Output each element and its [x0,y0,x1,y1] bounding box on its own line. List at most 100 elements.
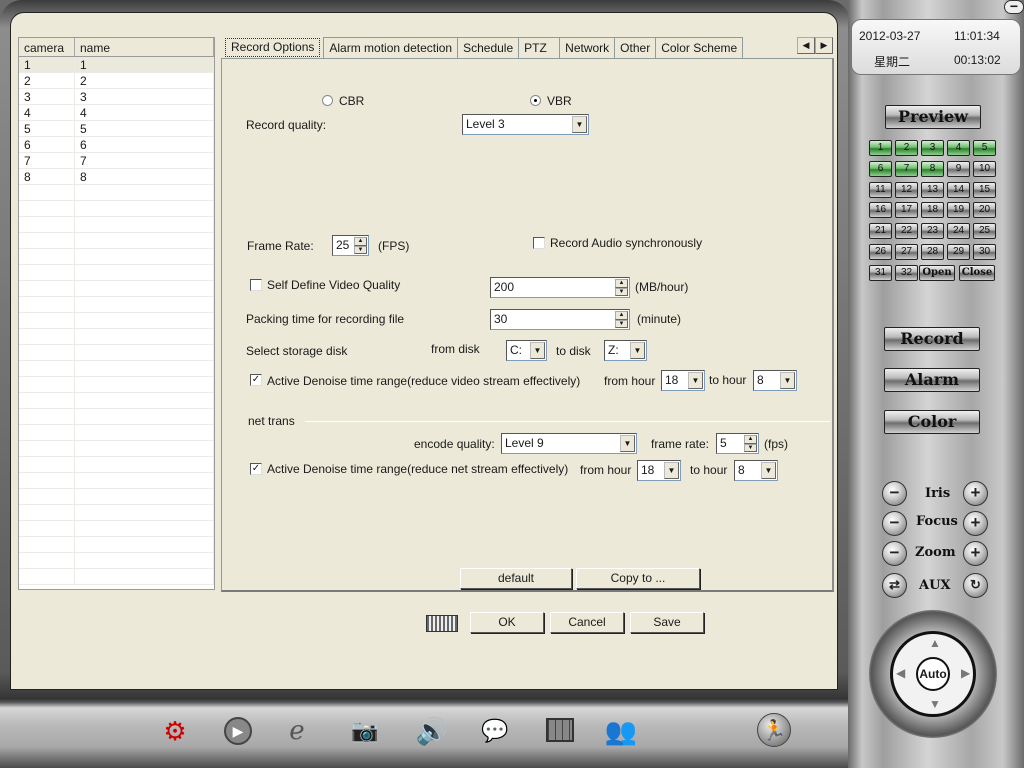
net-from-hour-select[interactable]: 18 ▼ [637,460,681,481]
spin-buttons[interactable]: ▲ ▼ [615,279,628,296]
chevron-down-icon[interactable]: ▼ [530,342,545,359]
channel-button-24[interactable]: 24 [947,223,970,240]
record-button[interactable]: Record [884,327,980,351]
channel-button-28[interactable]: 28 [921,244,944,260]
record-audio-checkbox[interactable] [533,237,545,249]
browser-icon[interactable]: e [280,714,314,748]
open-channels-button[interactable]: Open [919,265,955,281]
tab-alarm-motion-detection[interactable]: Alarm motion detection [323,37,459,58]
default-button[interactable]: default [460,568,572,589]
channel-button-17[interactable]: 17 [895,202,918,219]
keyboard-icon[interactable] [426,615,458,632]
vbr-radio[interactable] [530,95,541,106]
spin-up-icon[interactable]: ▲ [615,279,628,288]
tab-scroll-left-icon[interactable]: ◀ [797,37,815,54]
camera-icon[interactable]: 📷 [348,714,382,748]
chat-icon[interactable]: 💬 [478,714,512,748]
tab-color-scheme[interactable]: Color Scheme [655,37,744,58]
chevron-down-icon[interactable]: ▼ [761,462,776,479]
channel-button-21[interactable]: 21 [869,223,892,240]
camera-list-row[interactable]: 66 [19,137,214,153]
cancel-button[interactable]: Cancel [550,612,624,633]
channel-button-14[interactable]: 14 [947,181,970,198]
camera-list-row[interactable]: 77 [19,153,214,169]
aux-toggle-icon[interactable]: ↻ [963,573,988,598]
copy-to-button[interactable]: Copy to ... [576,568,700,589]
channel-button-6[interactable]: 6 [869,160,892,177]
camera-list-row[interactable]: 55 [19,121,214,137]
focus-plus-icon[interactable]: + [963,511,988,536]
camera-list-row[interactable]: 88 [19,169,214,185]
spin-down-icon[interactable]: ▼ [615,287,628,296]
cbr-radio[interactable] [322,95,333,106]
channel-button-32[interactable]: 32 [895,264,918,281]
tab-network[interactable]: Network [559,37,616,58]
channel-button-15[interactable]: 15 [973,181,996,198]
channel-button-1[interactable]: 1 [869,140,892,156]
iris-plus-icon[interactable]: + [963,481,988,506]
encode-quality-select[interactable]: Level 9 ▼ [501,433,637,454]
self-define-quality-stepper[interactable]: 200 ▲ ▼ [490,277,630,298]
channel-button-31[interactable]: 31 [869,264,892,281]
spin-up-icon[interactable]: ▲ [354,237,367,246]
spin-down-icon[interactable]: ▼ [744,443,757,452]
play-icon[interactable]: ▶ [221,714,255,748]
channel-button-8[interactable]: 8 [921,160,944,177]
alarm-button[interactable]: Alarm [884,368,980,392]
column-header-name[interactable]: name [75,38,214,56]
channel-button-4[interactable]: 4 [947,140,970,156]
spin-buttons[interactable]: ▲ ▼ [354,237,367,254]
channel-button-30[interactable]: 30 [973,244,996,260]
channel-button-26[interactable]: 26 [869,244,892,260]
exit-icon[interactable]: 🏃 [757,713,791,747]
chevron-down-icon[interactable]: ▼ [620,435,635,452]
spin-up-icon[interactable]: ▲ [744,435,757,444]
channel-button-18[interactable]: 18 [921,202,944,219]
channel-button-5[interactable]: 5 [973,140,996,156]
users-icon[interactable]: 👥 [604,714,638,748]
frame-rate-stepper[interactable]: 25 ▲ ▼ [332,235,369,256]
chevron-down-icon[interactable]: ▼ [630,342,645,359]
tab-schedule[interactable]: Schedule [457,37,520,58]
from-disk-select[interactable]: C: ▼ [506,340,547,361]
channel-button-19[interactable]: 19 [947,202,970,219]
channel-button-10[interactable]: 10 [973,160,996,177]
ptz-left-icon[interactable]: ◀ [896,666,905,680]
net-frame-rate-stepper[interactable]: 5 ▲ ▼ [716,433,759,454]
spin-down-icon[interactable]: ▼ [354,245,367,254]
iris-minus-icon[interactable]: − [882,481,907,506]
channel-button-7[interactable]: 7 [895,160,918,177]
speaker-icon[interactable]: 🔊 [415,714,449,748]
zoom-plus-icon[interactable]: + [963,541,988,566]
channel-button-22[interactable]: 22 [895,223,918,240]
channel-button-12[interactable]: 12 [895,181,918,198]
channel-button-29[interactable]: 29 [947,244,970,260]
aux-cycle-icon[interactable]: ⇄ [882,573,907,598]
camera-list-row[interactable]: 11 [19,57,214,73]
close-channels-button[interactable]: Close [959,265,995,281]
save-button[interactable]: Save [630,612,704,633]
minimize-button[interactable]: − [1004,0,1024,14]
ptz-up-icon[interactable]: ▲ [929,636,941,650]
channel-button-27[interactable]: 27 [895,244,918,260]
channel-button-13[interactable]: 13 [921,181,944,198]
channel-button-9[interactable]: 9 [947,160,970,177]
ptz-down-icon[interactable]: ▼ [929,697,941,711]
settings-gear-icon[interactable]: ⚙ [158,714,192,748]
spin-buttons[interactable]: ▲ ▼ [744,435,757,452]
channel-button-3[interactable]: 3 [921,140,944,156]
spin-up-icon[interactable]: ▲ [615,311,628,320]
record-quality-select[interactable]: Level 3 ▼ [462,114,589,135]
packing-time-stepper[interactable]: 30 ▲ ▼ [490,309,630,330]
self-define-quality-checkbox[interactable] [250,279,262,291]
grid-display-icon[interactable] [542,714,576,748]
focus-minus-icon[interactable]: − [882,511,907,536]
camera-list-row[interactable]: 22 [19,73,214,89]
zoom-minus-icon[interactable]: − [882,541,907,566]
net-denoise-checkbox[interactable]: ✓ [250,463,262,475]
spin-down-icon[interactable]: ▼ [615,319,628,328]
video-from-hour-select[interactable]: 18 ▼ [661,370,705,391]
chevron-down-icon[interactable]: ▼ [688,372,703,389]
tab-record-options[interactable]: Record Options [225,38,321,57]
ptz-joystick[interactable]: ▲ ▼ ◀ ▶ Auto [869,610,997,738]
